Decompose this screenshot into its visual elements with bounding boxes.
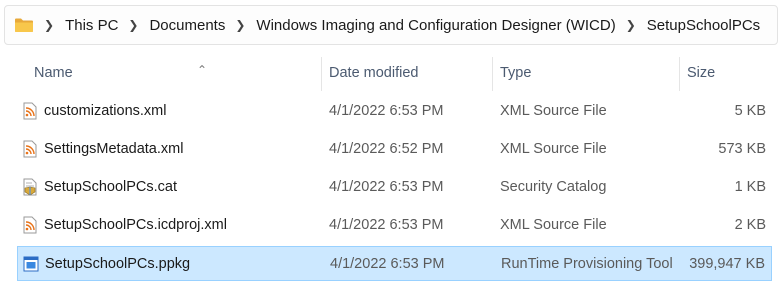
column-header-name[interactable]: Name ⌃ — [26, 55, 322, 92]
column-header-type[interactable]: Type — [492, 55, 679, 92]
file-size: 399,947 KB — [689, 256, 765, 272]
ppkg-file-icon — [23, 256, 39, 272]
file-type: RunTime Provisioning Tool — [501, 256, 673, 272]
breadcrumb-this-pc[interactable]: This PC — [65, 17, 118, 34]
file-type: XML Source File — [500, 103, 607, 119]
file-name: customizations.xml — [44, 103, 167, 119]
sort-ascending-icon: ⌃ — [197, 63, 208, 77]
breadcrumb-documents[interactable]: Documents — [149, 17, 225, 34]
xml-file-icon — [23, 140, 37, 158]
chevron-right-icon[interactable]: ❯ — [44, 18, 54, 32]
security-catalog-icon — [23, 178, 37, 196]
file-date: 4/1/2022 6:53 PM — [330, 256, 445, 272]
file-date: 4/1/2022 6:52 PM — [329, 141, 444, 157]
column-name-label: Name — [34, 65, 73, 81]
xml-file-icon — [23, 102, 37, 120]
chevron-right-icon[interactable]: ❯ — [626, 18, 636, 32]
column-type-label: Type — [500, 65, 532, 81]
file-type: XML Source File — [500, 217, 607, 233]
file-size: 2 KB — [734, 217, 766, 233]
file-row[interactable]: SetupSchoolPCs.cat 4/1/2022 6:53 PM Secu… — [17, 170, 772, 205]
address-bar[interactable]: ❯ This PC ❯ Documents ❯ Windows Imaging … — [4, 5, 778, 45]
file-row[interactable]: SetupSchoolPCs.icdproj.xml 4/1/2022 6:53… — [17, 208, 772, 243]
file-size: 573 KB — [718, 141, 766, 157]
file-row-selected[interactable]: SetupSchoolPCs.ppkg 4/1/2022 6:53 PM Run… — [17, 246, 772, 281]
file-row[interactable]: SettingsMetadata.xml 4/1/2022 6:52 PM XM… — [17, 132, 772, 167]
file-date: 4/1/2022 6:53 PM — [329, 217, 444, 233]
column-header-date[interactable]: Date modified — [321, 55, 492, 92]
file-row[interactable]: customizations.xml 4/1/2022 6:53 PM XML … — [17, 94, 772, 129]
file-type: XML Source File — [500, 141, 607, 157]
file-date: 4/1/2022 6:53 PM — [329, 179, 444, 195]
column-header-row: Name ⌃ Date modified Type Size — [0, 55, 782, 92]
file-name: SetupSchoolPCs.ppkg — [45, 256, 191, 272]
file-type: Security Catalog — [500, 179, 607, 195]
column-date-label: Date modified — [329, 65, 419, 81]
chevron-right-icon[interactable]: ❯ — [128, 18, 138, 32]
breadcrumb-wicd[interactable]: Windows Imaging and Configuration Design… — [256, 17, 615, 34]
column-size-label: Size — [687, 65, 716, 81]
breadcrumb-setupschoolpcs[interactable]: SetupSchoolPCs — [647, 17, 760, 34]
xml-file-icon — [23, 216, 37, 234]
file-size: 1 KB — [734, 179, 766, 195]
file-date: 4/1/2022 6:53 PM — [329, 103, 444, 119]
file-size: 5 KB — [734, 103, 766, 119]
file-name: SetupSchoolPCs.cat — [44, 179, 177, 195]
chevron-right-icon[interactable]: ❯ — [235, 18, 245, 32]
column-header-size[interactable]: Size — [679, 55, 782, 92]
folder-icon — [15, 18, 33, 32]
file-name: SetupSchoolPCs.icdproj.xml — [44, 217, 227, 233]
file-name: SettingsMetadata.xml — [44, 141, 184, 157]
